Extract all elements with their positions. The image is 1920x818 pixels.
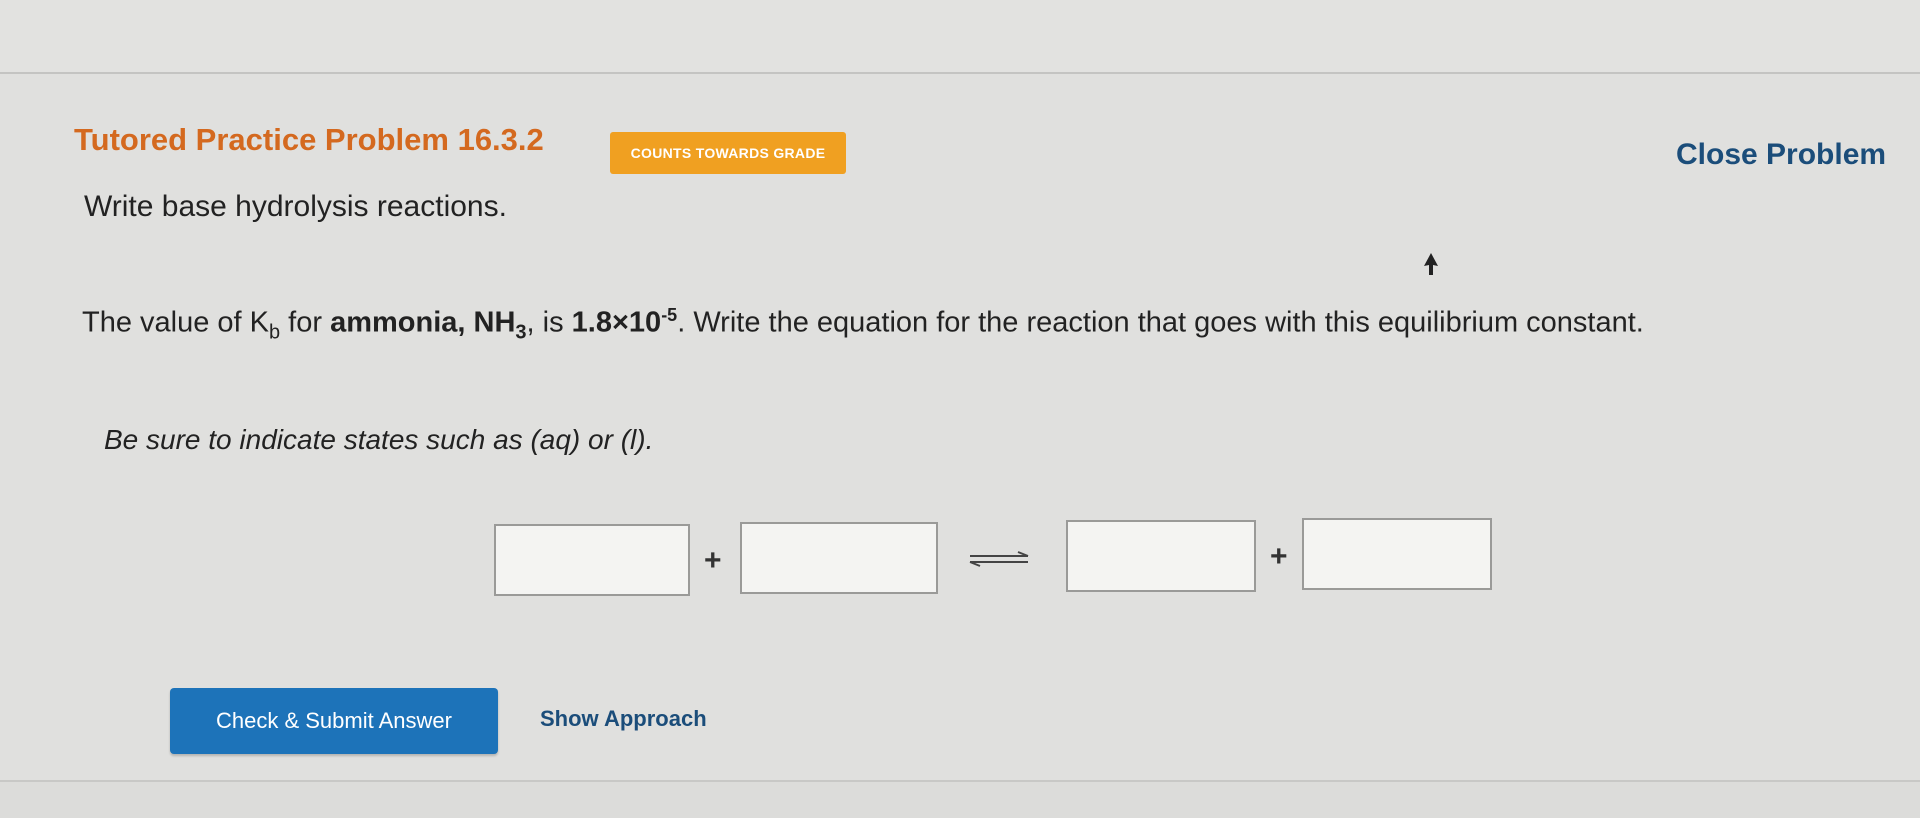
plus-sign-reactants: + xyxy=(704,544,722,577)
question-part1: The value of K xyxy=(82,306,269,339)
question-part3: , is xyxy=(526,306,572,339)
kb-exponent: -5 xyxy=(661,305,678,325)
equilibrium-arrow-icon xyxy=(969,551,1029,567)
plus-sign-products: + xyxy=(1270,540,1288,573)
kb-subscript: b xyxy=(269,321,281,344)
product-2-input[interactable] xyxy=(1302,518,1492,590)
problem-title: Tutored Practice Problem 16.3.2 xyxy=(74,122,544,157)
question-part2: for xyxy=(280,306,331,339)
kb-value: 1.8×10 xyxy=(571,306,662,339)
problem-subtitle: Write base hydrolysis reactions. xyxy=(84,190,507,223)
check-submit-button[interactable]: Check & Submit Answer xyxy=(170,688,498,754)
product-1-input[interactable] xyxy=(1066,520,1256,592)
reactant-1-input[interactable] xyxy=(494,524,690,596)
nh3-subscript: 3 xyxy=(515,321,527,344)
close-problem-link[interactable]: Close Problem xyxy=(1676,138,1886,172)
substance-name: ammonia, NH xyxy=(330,306,516,339)
states-hint: Be sure to indicate states such as (aq) … xyxy=(104,424,654,455)
bottom-divider xyxy=(0,780,1920,782)
reactant-2-input[interactable] xyxy=(740,522,938,594)
mouse-pointer-icon xyxy=(1424,253,1438,275)
question-part4: . Write the equation for the reaction th… xyxy=(677,306,1644,339)
show-approach-link[interactable]: Show Approach xyxy=(540,706,707,732)
question-text: The value of Kb for ammonia, NH3, is 1.8… xyxy=(82,288,1802,359)
grade-badge: COUNTS TOWARDS GRADE xyxy=(610,132,846,174)
top-bar xyxy=(0,0,1920,74)
